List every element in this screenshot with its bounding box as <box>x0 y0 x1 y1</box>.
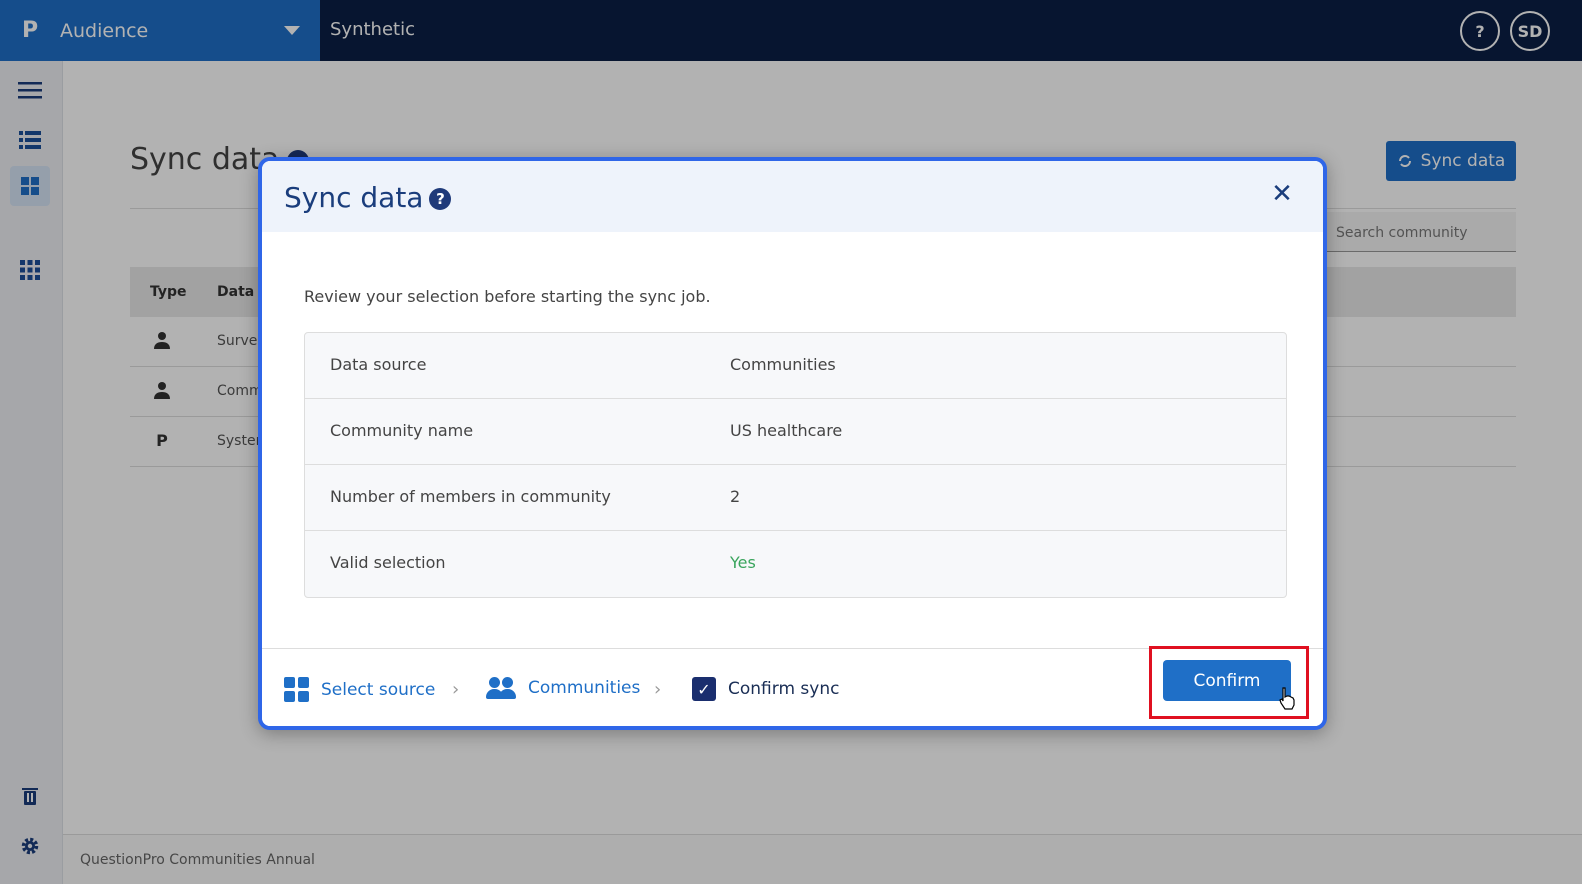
summary-row-valid-selection: Valid selection Yes <box>305 531 1286 597</box>
step-label: Communities <box>528 678 641 698</box>
dialog-title: Sync data? <box>284 181 452 214</box>
step-confirm-sync: ✓ Confirm sync <box>692 677 839 701</box>
checkbox-icon: ✓ <box>692 677 716 701</box>
help-icon[interactable]: ? <box>429 188 452 210</box>
selection-summary: Data source Communities Community name U… <box>304 332 1287 598</box>
chevron-right-icon: › <box>654 679 662 700</box>
summary-label: Data source <box>330 355 427 374</box>
hand-cursor-icon <box>1279 687 1295 710</box>
summary-row-data-source: Data source Communities <box>305 333 1286 399</box>
confirm-button[interactable]: Confirm <box>1163 660 1291 701</box>
summary-label: Number of members in community <box>330 487 611 506</box>
summary-value: 2 <box>730 487 741 506</box>
status-badge: Yes <box>730 553 756 572</box>
dialog-title-text: Sync data <box>284 181 424 214</box>
summary-label: Valid selection <box>330 553 446 572</box>
users-icon <box>486 677 516 699</box>
summary-row-community-name: Community name US healthcare <box>305 399 1286 465</box>
step-label: Confirm sync <box>728 679 840 699</box>
step-label: Select source <box>321 679 436 700</box>
close-icon[interactable]: ✕ <box>1267 179 1297 209</box>
sync-data-dialog: Sync data? ✕ Review your selection befor… <box>258 157 1327 730</box>
dialog-intro: Review your selection before starting th… <box>304 287 711 306</box>
grid-icon <box>284 677 309 702</box>
dialog-header: Sync data? ✕ <box>262 161 1323 232</box>
summary-value: US healthcare <box>730 421 843 440</box>
step-communities[interactable]: Communities <box>486 677 640 699</box>
summary-value: Communities <box>730 355 836 374</box>
chevron-right-icon: › <box>452 679 460 700</box>
summary-row-member-count: Number of members in community 2 <box>305 465 1286 531</box>
summary-label: Community name <box>330 421 474 440</box>
step-select-source[interactable]: Select source <box>284 677 435 702</box>
